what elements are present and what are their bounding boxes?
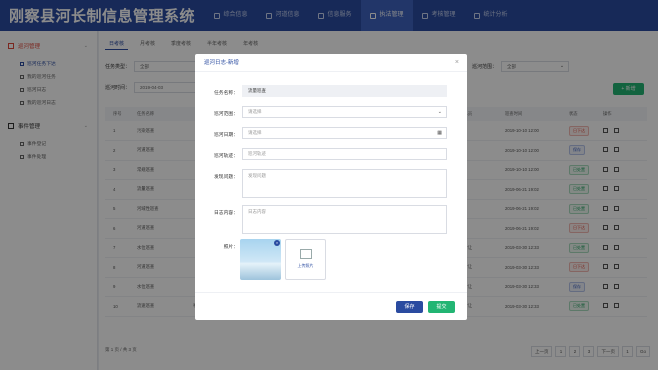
issue-label: 发现问题：	[214, 175, 238, 180]
issue-textarea[interactable]: 发现问题	[242, 169, 447, 198]
range-select[interactable]: 请选择 ⌄	[242, 106, 447, 118]
modal-footer: 保存 提交	[195, 292, 467, 320]
modal-header: 巡河日志-新增 ×	[195, 54, 467, 72]
range-label: 巡河范围：	[214, 112, 238, 117]
log-content-textarea[interactable]: 日志内容	[242, 205, 447, 234]
date-placeholder: 请选择	[248, 130, 262, 135]
image-icon	[299, 249, 312, 259]
submit-button[interactable]: 提交	[428, 301, 455, 313]
date-picker[interactable]: 请选择 ▦	[242, 127, 447, 139]
save-button[interactable]: 保存	[396, 301, 423, 313]
date-label: 巡河日期：	[214, 133, 238, 138]
log-content-label: 日志内容：	[214, 211, 238, 216]
chevron-down-icon: ⌄	[437, 109, 442, 115]
track-input[interactable]: 巡河轨迹	[242, 148, 447, 160]
modal-title: 巡河日志-新增	[204, 60, 239, 66]
range-placeholder: 请选择	[248, 109, 262, 114]
close-icon[interactable]: ×	[274, 240, 280, 246]
photo-thumbnail[interactable]: ×	[240, 239, 281, 280]
close-icon[interactable]: ×	[455, 54, 459, 72]
track-label: 巡河轨迹：	[214, 154, 238, 159]
upload-label: 上传照片	[297, 263, 314, 268]
task-name-field: 流量巡查	[242, 85, 447, 97]
photo-label: 照片：	[223, 245, 238, 250]
patrol-log-modal: 巡河日志-新增 × 任务名称： 流量巡查 巡河范围： 请选择 ⌄ 巡河日期： 请选…	[195, 54, 467, 320]
calendar-icon: ▦	[437, 130, 442, 136]
task-name-label: 任务名称：	[214, 91, 238, 96]
upload-photo-button[interactable]: 上传照片	[285, 239, 326, 280]
